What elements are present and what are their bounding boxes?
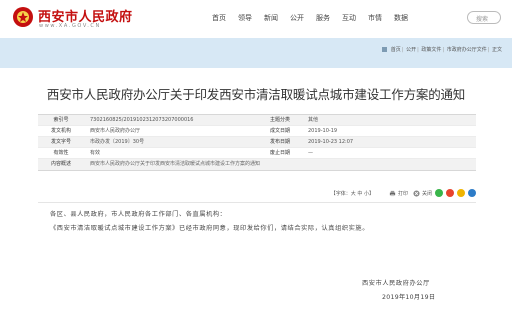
qq-share-icon[interactable]: [468, 189, 476, 197]
weibo-share-icon[interactable]: [446, 189, 454, 197]
meta-value: 有效: [90, 150, 101, 156]
meta-label: 内容概述: [50, 161, 71, 167]
print-label: 打印: [397, 190, 408, 197]
site-header: 西安市人民政府 www.XA.GOV.CN 首页 领导 新闻 公开 服务 互动 …: [0, 0, 512, 38]
breadcrumb-separator: |: [442, 47, 445, 53]
meta-label: 发文机构: [50, 128, 71, 134]
meta-label: 索引号: [53, 117, 69, 123]
page-title: 西安市人民政府办公厅关于印发西安市清洁取暖试点城市建设工作方案的通知: [46, 87, 466, 102]
meta-label: 有效性: [53, 150, 69, 156]
nav-item-service[interactable]: 服务: [316, 13, 330, 23]
meta-row: 发文机构 西安市人民政府办公厅 成文日期 2019-10-19: [38, 126, 476, 137]
nav-item-leaders[interactable]: 领导: [238, 13, 252, 23]
body-paragraph: 《西安市清洁取暖试点城市建设工作方案》已经市政府同意，现印发给你们，请结合实际，…: [50, 225, 370, 232]
breadcrumb-office-docs[interactable]: 市政府办公厅文件: [447, 47, 487, 53]
meta-row: 发文字号 市政办发〔2019〕30号 发布日期 2019-10-23 12:07: [38, 137, 476, 148]
meta-label: 主题分类: [269, 117, 290, 123]
wechat-share-icon[interactable]: [435, 189, 443, 197]
breadcrumb-policy[interactable]: 政策文件: [421, 47, 441, 53]
emblem-icon: [13, 7, 33, 27]
breadcrumb-open[interactable]: 公开: [406, 47, 416, 53]
close-label: 关闭: [421, 190, 432, 197]
meta-row: 有效性 有效 废止日期 —: [38, 148, 476, 159]
meta-row: 索引号 7302160825/2019102312073207000016 主题…: [38, 115, 476, 126]
divider: [38, 202, 476, 203]
nav-item-news[interactable]: 新闻: [264, 13, 278, 23]
close-icon: [413, 189, 420, 197]
header-banner: [0, 38, 512, 68]
qzone-share-icon[interactable]: [457, 189, 465, 197]
logo-url: www.XA.GOV.CN: [39, 23, 101, 29]
meta-value: 其他: [308, 117, 319, 123]
search-label: 搜索: [476, 16, 489, 23]
breadcrumb-separator: |: [487, 47, 490, 53]
meta-label: 成文日期: [269, 128, 290, 134]
meta-value: 2019-10-19: [308, 128, 338, 134]
nav-item-city-info[interactable]: 市情: [368, 13, 382, 23]
meta-value: 西安市人民政府办公厅关于印发西安市清洁取暖试点城市建设工作方案的通知: [90, 161, 261, 167]
meta-value: 7302160825/2019102312073207000016: [90, 117, 194, 123]
meta-row: 内容概述 西安市人民政府办公厅关于印发西安市清洁取暖试点城市建设工作方案的通知: [38, 159, 476, 170]
breadcrumb-separator: |: [417, 47, 419, 53]
breadcrumb-home[interactable]: 首页: [391, 47, 401, 53]
printer-icon: [389, 190, 396, 196]
site-logo[interactable]: 西安市人民政府 www.XA.GOV.CN: [12, 4, 162, 34]
signature-date: 2019年10月19日: [382, 294, 436, 301]
signature-organization: 西安市人民政府办公厅: [362, 280, 430, 287]
salutation: 各区、县人民政府，市人民政府各工作部门、各直属机构：: [50, 211, 227, 218]
article-toolbar: 【字体：大 中 小】 打印 关闭: [0, 187, 476, 199]
close-button[interactable]: 关闭: [413, 189, 432, 197]
nav-item-data[interactable]: 数据: [394, 13, 408, 23]
nav-item-home[interactable]: 首页: [212, 13, 226, 23]
search-button[interactable]: 搜索: [467, 11, 501, 24]
nav-item-interaction[interactable]: 互动: [342, 13, 356, 23]
location-icon: [382, 47, 388, 52]
meta-value: —: [308, 150, 313, 156]
document-meta-table: 索引号 7302160825/2019102312073207000016 主题…: [38, 114, 476, 171]
font-size-switcher[interactable]: 【字体：大 中 小】: [331, 190, 374, 197]
meta-value: 西安市人民政府办公厅: [90, 128, 141, 134]
main-nav: 首页 领导 新闻 公开 服务 互动 市情 数据: [212, 13, 420, 23]
breadcrumb-separator: |: [401, 47, 404, 53]
meta-value: 市政办发〔2019〕30号: [90, 139, 145, 145]
print-button[interactable]: 打印: [389, 190, 408, 197]
nav-item-open[interactable]: 公开: [290, 13, 304, 23]
meta-label: 发布日期: [269, 139, 290, 145]
breadcrumb: 首页| 公开| 政策文件| 市政府办公厅文件| 正文: [382, 46, 502, 53]
meta-label: 发文字号: [50, 139, 71, 145]
meta-label: 废止日期: [269, 150, 290, 156]
breadcrumb-current: 正文: [491, 47, 502, 53]
meta-value: 2019-10-23 12:07: [308, 139, 354, 145]
